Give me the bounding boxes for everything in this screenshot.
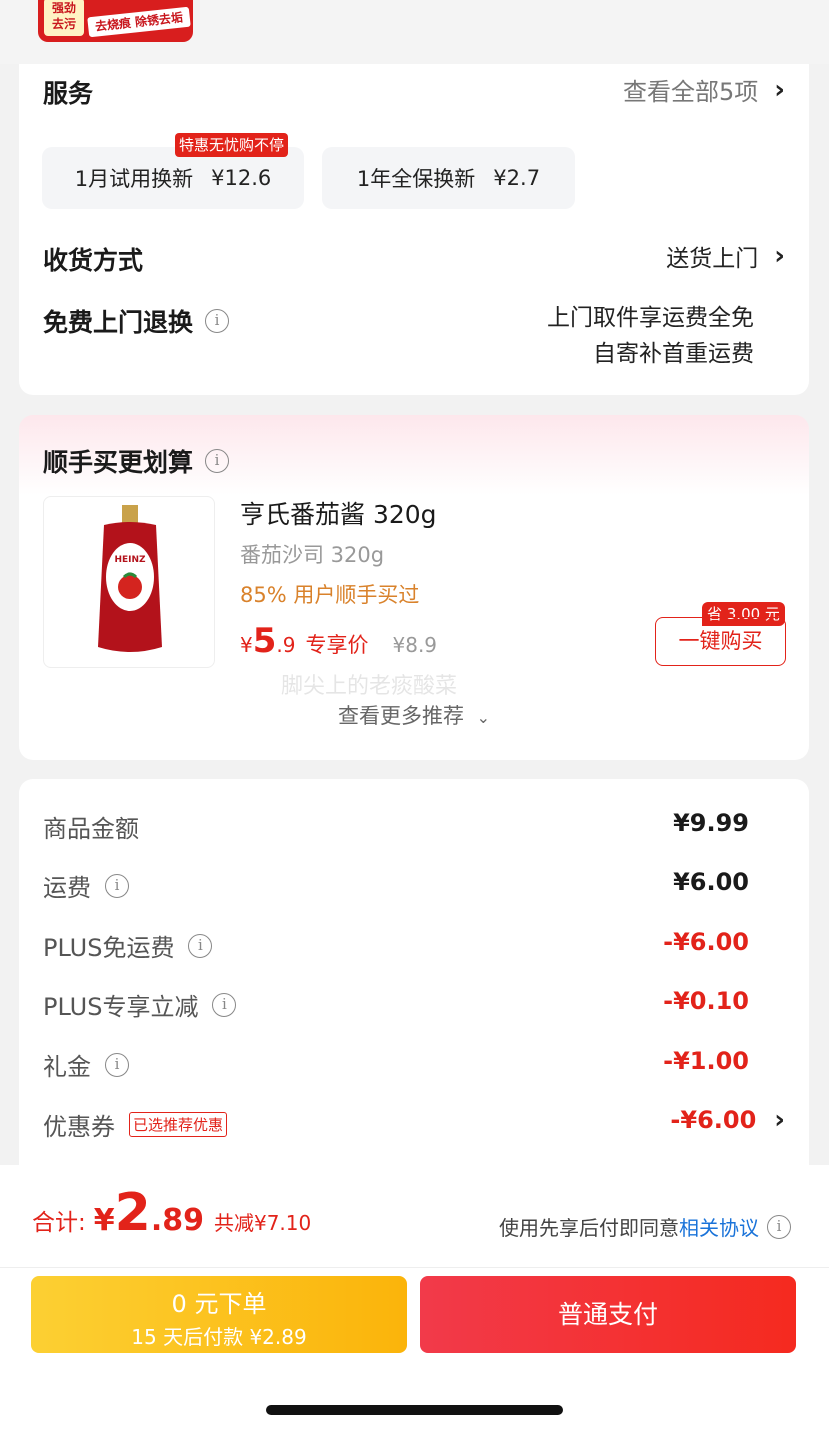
summary-row-value: ¥6.00: [673, 868, 749, 896]
info-icon[interactable]: i: [105, 873, 129, 898]
original-price: ¥8.9: [392, 633, 438, 657]
chevron-right-icon: ›: [774, 241, 785, 271]
chevron-down-icon: ⌄: [476, 708, 491, 727]
service-option-label: 1年全保换新: [356, 167, 476, 191]
returns-line-2: 自寄补首重运费: [593, 341, 754, 367]
ketchup-bottle-icon: HEINZ: [98, 505, 162, 652]
view-all-label: 查看全部5项: [623, 78, 759, 106]
info-icon[interactable]: i: [212, 992, 237, 1017]
service-option-price: ¥12.6: [211, 166, 272, 190]
checkout-footer: 合计: ¥ 2 .89 共减¥7.10 使用先享后付即同意 相关协议 i 0 元…: [0, 1165, 829, 1431]
coupon-selector[interactable]: -¥6.00 ›: [670, 1105, 785, 1135]
summary-row-value: -¥1.00: [663, 1047, 749, 1075]
delivery-label: 收货方式: [43, 246, 144, 275]
price-summary-card: 商品金额 ¥9.99 运费 i ¥6.00 PLUS免运费 i -¥6.00 P…: [19, 779, 809, 1199]
summary-row-text: 运费: [43, 874, 91, 902]
summary-row-text: PLUS专享立减: [43, 993, 199, 1021]
top-banner: 强劲 去污 去烧痕 除锈去垢: [0, 0, 829, 64]
summary-row-value: ¥9.99: [673, 809, 749, 837]
summary-row-label: PLUS专享立减 i: [43, 987, 237, 1022]
summary-row-value: -¥0.10: [663, 987, 749, 1015]
svg-text:HEINZ: HEINZ: [114, 555, 146, 565]
coupon-label: 优惠券: [43, 1113, 115, 1141]
delivery-value: 送货上门: [666, 246, 759, 272]
returns-label-text: 免费上门退换: [43, 308, 194, 337]
coupon-value: -¥6.00: [670, 1106, 757, 1134]
info-icon[interactable]: i: [767, 1214, 791, 1239]
product-name[interactable]: 亨氏番茄酱 320g: [240, 495, 437, 531]
total-integer: 2: [114, 1183, 151, 1243]
total-discount: 共减¥7.10: [213, 1211, 312, 1235]
total-currency: ¥: [93, 1203, 115, 1238]
promo-tag: 特惠无忧购不停: [175, 133, 289, 157]
returns-label: 免费上门退换 i: [43, 303, 230, 339]
info-icon[interactable]: i: [205, 449, 230, 473]
returns-line-1: 上门取件享运费全免: [547, 305, 754, 331]
summary-row-text: 礼金: [43, 1053, 91, 1081]
info-icon[interactable]: i: [188, 933, 213, 958]
summary-row-label: 运费 i: [43, 868, 129, 903]
chevron-right-icon: ›: [774, 74, 785, 105]
total-decimal: .89: [150, 1203, 204, 1238]
pay-later-title: 0 元下单: [171, 1290, 267, 1318]
view-all-services[interactable]: 查看全部5项 ›: [623, 72, 785, 107]
price-integer: 5: [252, 621, 277, 661]
total-label: 合计:: [32, 1210, 86, 1236]
social-proof: 85% 用户顺手买过: [240, 583, 420, 607]
info-icon[interactable]: i: [205, 309, 230, 333]
agreement-prefix: 使用先享后付即同意: [499, 1216, 679, 1240]
service-option-label: 1月试用换新: [74, 167, 194, 191]
addon-price: ¥ 5 .9 专享价 ¥8.9: [240, 621, 437, 661]
service-card: 服务 查看全部5项 › 1月试用换新 ¥12.6 特惠无忧购不停 1年全保换新 …: [19, 64, 809, 395]
view-more-recommendations[interactable]: 查看更多推荐 ⌄: [19, 700, 809, 730]
service-title: 服务: [43, 79, 94, 108]
pay-later-subtitle: 15 天后付款 ¥2.89: [131, 1325, 307, 1349]
delivery-method-selector[interactable]: 送货上门 ›: [666, 239, 785, 273]
summary-row-label: 礼金 i: [43, 1047, 129, 1082]
home-indicator: [266, 1405, 563, 1415]
one-click-buy-button[interactable]: 一键购买: [655, 617, 786, 666]
price-decimal: .9: [276, 633, 296, 657]
normal-pay-button[interactable]: 普通支付: [420, 1276, 796, 1353]
coupon-tag: 已选推荐优惠: [129, 1112, 228, 1137]
view-more-label: 查看更多推荐: [337, 704, 464, 728]
addon-title: 顺手买更划算 i: [43, 443, 230, 479]
product-spec: 番茄沙司 320g: [240, 543, 385, 567]
cleaning-badge: 强劲 去污: [44, 0, 84, 36]
service-option-warranty[interactable]: 1年全保换新 ¥2.7: [322, 147, 575, 209]
summary-row-label: 商品金额: [43, 809, 139, 844]
footer-divider: [0, 1267, 829, 1268]
watermark: 脚尖上的老痰酸菜: [281, 674, 458, 699]
total-price: 合计: ¥ 2 .89 共减¥7.10: [32, 1183, 311, 1243]
addon-card: 顺手买更划算 i HEINZ 亨氏番茄酱 320g 番茄沙司 320g 85% …: [19, 415, 809, 760]
product-image[interactable]: HEINZ: [43, 496, 215, 668]
product-thumbnail[interactable]: 强劲 去污 去烧痕 除锈去垢: [38, 0, 193, 42]
returns-detail: 上门取件享运费全免 自寄补首重运费: [547, 300, 754, 372]
agreement: 使用先享后付即同意 相关协议 i: [499, 1212, 791, 1241]
summary-row-label: PLUS免运费 i: [43, 928, 213, 963]
info-icon[interactable]: i: [105, 1052, 129, 1077]
pay-later-button[interactable]: 0 元下单 15 天后付款 ¥2.89: [31, 1276, 407, 1353]
summary-row-value: -¥6.00: [663, 928, 749, 956]
service-option-price: ¥2.7: [493, 166, 541, 190]
summary-row-text: PLUS免运费: [43, 934, 175, 962]
agreement-link[interactable]: 相关协议: [679, 1212, 759, 1241]
cleaning-slogan: 去烧痕 除锈去垢: [87, 6, 191, 38]
coupon-row-label[interactable]: 优惠券 已选推荐优惠: [43, 1107, 228, 1142]
summary-row-text: 商品金额: [43, 815, 139, 843]
chevron-right-icon: ›: [774, 1105, 785, 1135]
addon-title-text: 顺手买更划算: [43, 448, 194, 477]
exclusive-label: 专享价: [305, 633, 369, 657]
price-currency: ¥: [240, 633, 253, 657]
